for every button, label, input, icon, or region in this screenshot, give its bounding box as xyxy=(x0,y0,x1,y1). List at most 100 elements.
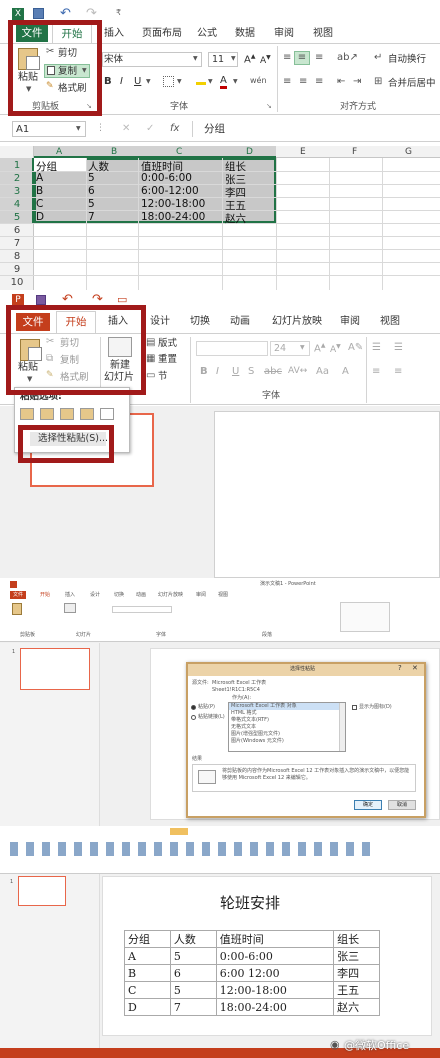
section-icon[interactable]: ▭ xyxy=(146,371,155,381)
row-header[interactable]: 10 xyxy=(0,277,34,288)
underline-dropdown-icon[interactable]: ▼ xyxy=(146,79,151,85)
tab-animations[interactable]: 动画 xyxy=(136,593,146,598)
cell[interactable]: A xyxy=(36,172,43,184)
tab-design[interactable]: 设计 xyxy=(150,317,170,327)
bullets-icon[interactable]: ☰ xyxy=(372,343,381,353)
tab-design[interactable]: 设计 xyxy=(90,593,100,598)
embed-icon[interactable] xyxy=(60,408,74,420)
row-header[interactable]: 8 xyxy=(0,251,34,262)
tab-review[interactable]: 审阅 xyxy=(340,317,360,327)
slide-title[interactable]: 轮班安排 xyxy=(220,896,280,911)
wrap-text-button[interactable]: 自动换行 xyxy=(388,55,426,65)
cell[interactable]: 7 xyxy=(88,211,95,223)
align-top-icon[interactable]: ≡ xyxy=(283,53,291,63)
list-item[interactable]: HTML 格式 xyxy=(231,711,257,716)
tab-view[interactable]: 视图 xyxy=(380,317,400,327)
list-item[interactable]: 图片(增强型图元文件) xyxy=(231,732,280,737)
align-left-icon[interactable]: ≡ xyxy=(372,367,380,377)
tab-view[interactable]: 视图 xyxy=(313,29,333,39)
col-header-a[interactable]: A xyxy=(56,148,62,157)
cancel-button[interactable]: 取消 xyxy=(388,800,416,810)
align-left-icon[interactable]: ≡ xyxy=(283,77,291,87)
formula-input[interactable] xyxy=(192,121,440,137)
col-header-c[interactable]: C xyxy=(176,148,182,157)
align-right-icon[interactable]: ≡ xyxy=(315,77,323,87)
layout-icon[interactable]: ▤ xyxy=(146,338,155,348)
merge-center-icon[interactable]: ⊞ xyxy=(374,77,382,87)
mini-paste-icon[interactable] xyxy=(12,603,22,615)
row-header[interactable]: 5 xyxy=(0,212,34,223)
tab-file[interactable]: 文件 xyxy=(10,591,26,599)
clear-format-icon[interactable]: A✎ xyxy=(348,343,363,353)
radio-paste[interactable] xyxy=(191,705,196,710)
reset-button[interactable]: 重置 xyxy=(158,355,177,365)
numbering-icon[interactable]: ☰ xyxy=(394,343,403,353)
formula-more-icon[interactable]: ⋮ xyxy=(96,124,105,133)
cell[interactable]: 赵六 xyxy=(225,211,246,226)
dialog-close-icon[interactable]: ✕ xyxy=(412,665,418,672)
show-icon-checkbox[interactable] xyxy=(352,705,357,710)
list-item[interactable]: 带格式文本(RTF) xyxy=(231,718,269,723)
list-scrollbar[interactable] xyxy=(339,703,345,751)
tab-review[interactable]: 审阅 xyxy=(196,593,206,598)
font-color-dropdown-icon[interactable]: ▼ xyxy=(233,79,238,85)
border-icon[interactable] xyxy=(163,76,174,87)
save-icon[interactable] xyxy=(36,295,46,305)
cell[interactable]: 5 xyxy=(88,198,95,210)
font-name-box[interactable] xyxy=(196,341,268,356)
cancel-icon[interactable]: ✕ xyxy=(122,124,130,134)
reset-icon[interactable]: ▦ xyxy=(146,354,155,364)
col-header-g[interactable]: G xyxy=(405,148,412,157)
undo-icon[interactable]: ↶ xyxy=(60,7,71,20)
redo-icon[interactable]: ↷ xyxy=(86,7,97,20)
row-header[interactable]: 6 xyxy=(0,225,34,236)
col-header-f[interactable]: F xyxy=(352,148,357,157)
tab-view[interactable]: 视图 xyxy=(218,593,228,598)
mini-ribbon-icons[interactable] xyxy=(10,842,370,856)
name-box-dropdown-icon[interactable]: ▼ xyxy=(76,126,81,132)
font-size-dropdown-icon[interactable]: ▼ xyxy=(300,345,305,351)
cell[interactable]: 0:00-6:00 xyxy=(141,172,192,184)
tab-slideshow[interactable]: 幻灯片放映 xyxy=(272,317,322,327)
cell[interactable]: 6:00-12:00 xyxy=(141,185,199,197)
tab-transitions[interactable]: 切换 xyxy=(190,317,210,327)
cell[interactable]: 6 xyxy=(88,185,95,197)
shadow-icon[interactable]: S xyxy=(248,367,254,377)
cell[interactable]: 12:00-18:00 xyxy=(141,198,205,210)
tab-insert[interactable]: 插入 xyxy=(65,593,75,598)
keep-source-formatting-icon[interactable] xyxy=(40,408,54,420)
enter-icon[interactable]: ✓ xyxy=(146,124,154,134)
section-button[interactable]: 节 xyxy=(158,372,168,382)
presentation-icon[interactable]: ▭ xyxy=(117,294,127,305)
row-header[interactable]: 2 xyxy=(0,173,34,184)
underline-icon[interactable]: U xyxy=(134,77,141,87)
tab-formulas[interactable]: 公式 xyxy=(197,29,217,39)
tab-animations[interactable]: 动画 xyxy=(230,317,250,327)
shrink-font-icon[interactable]: A▼ xyxy=(260,55,271,66)
align-center-icon[interactable]: ≡ xyxy=(394,367,402,377)
tab-slideshow[interactable]: 幻灯片放映 xyxy=(158,593,183,598)
align-bottom-icon[interactable]: ≡ xyxy=(315,53,323,63)
mini-shapes-gallery[interactable] xyxy=(340,602,390,632)
align-middle-icon[interactable]: ≡ xyxy=(294,51,310,65)
layout-button[interactable]: 版式 xyxy=(158,339,177,349)
mini-slide-thumbnail[interactable] xyxy=(20,648,90,690)
font-color-icon[interactable]: A xyxy=(342,367,349,377)
tab-insert[interactable]: 插入 xyxy=(104,29,124,39)
qat-menu-icon[interactable]: ₹ xyxy=(116,9,121,17)
strikethrough-icon[interactable]: abc xyxy=(264,367,282,377)
list-item[interactable]: Microsoft Excel 工作表 对象 xyxy=(231,704,297,709)
use-destination-style-icon[interactable] xyxy=(20,408,34,420)
italic-icon[interactable]: I xyxy=(216,367,219,377)
font-name-dropdown-icon[interactable]: ▼ xyxy=(193,56,198,62)
row-header[interactable]: 9 xyxy=(0,264,34,275)
tab-page-layout[interactable]: 页面布局 xyxy=(142,29,182,39)
pasted-excel-table[interactable]: 分组 人数 值班时间 组长 A 5 0:00-6:00 张三 B 6 6:00 … xyxy=(124,930,380,1016)
tab-data[interactable]: 数据 xyxy=(235,29,255,39)
row-header[interactable]: 4 xyxy=(0,199,34,210)
change-case-icon[interactable]: Aa xyxy=(316,367,329,377)
cell[interactable]: 18:00-24:00 xyxy=(141,211,205,223)
cell[interactable]: C xyxy=(36,198,43,210)
fill-color-icon[interactable] xyxy=(196,75,206,85)
list-item[interactable]: 图片(Windows 元文件) xyxy=(231,739,284,744)
